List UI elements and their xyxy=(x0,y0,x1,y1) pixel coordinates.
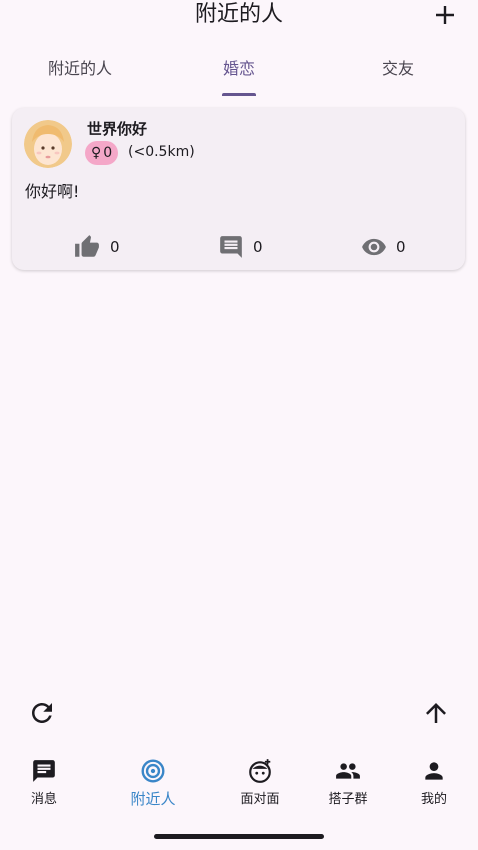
nav-label: 附近人 xyxy=(130,790,176,808)
view-count-indicator: 0 xyxy=(360,234,406,260)
home-indicator[interactable] xyxy=(154,834,324,839)
nearby-icon xyxy=(141,759,165,783)
gender-age-badge: ♀ 0 xyxy=(85,141,119,165)
tab-indicator xyxy=(222,93,256,96)
nav-messages[interactable]: 消息 xyxy=(18,758,70,807)
chat-icon xyxy=(33,760,55,782)
arrow-up-icon[interactable] xyxy=(421,698,451,728)
thumb-up-icon xyxy=(75,235,99,257)
comment-button[interactable]: 0 xyxy=(217,234,263,260)
avatar-image xyxy=(24,120,72,168)
nav-profile[interactable]: 我的 xyxy=(408,758,460,807)
tab-label: 婚恋 xyxy=(222,59,255,78)
female-icon: ♀ xyxy=(91,145,102,161)
app-bar: 附近的人 xyxy=(0,0,478,36)
tab-label: 交友 xyxy=(381,59,414,78)
age-value: 0 xyxy=(103,145,113,161)
group-icon xyxy=(336,763,360,779)
like-count: 0 xyxy=(110,238,120,256)
tab-nearby[interactable]: 附近的人 xyxy=(0,50,160,98)
eye-icon xyxy=(362,238,386,256)
tab-friends[interactable]: 交友 xyxy=(318,50,478,98)
tab-marriage[interactable]: 婚恋 xyxy=(159,50,319,98)
comment-count: 0 xyxy=(253,238,263,256)
distance-label: (<0.5km) xyxy=(128,144,195,160)
face-icon xyxy=(249,759,271,783)
tab-bar: 附近的人 婚恋 交友 xyxy=(0,50,478,98)
nav-groups[interactable]: 搭子群 xyxy=(316,758,380,807)
nav-label: 面对面 xyxy=(240,792,280,807)
person-icon xyxy=(425,762,443,780)
view-count: 0 xyxy=(396,238,406,256)
avatar[interactable] xyxy=(24,120,72,168)
comment-icon xyxy=(220,236,242,258)
nav-label: 搭子群 xyxy=(328,792,368,807)
page-title: 附近的人 xyxy=(194,2,283,27)
post-content: 你好啊! xyxy=(25,182,80,201)
nav-label: 消息 xyxy=(30,792,57,807)
nav-nearby[interactable]: 附近人 xyxy=(118,758,188,809)
username: 世界你好 xyxy=(87,120,148,138)
nav-face-to-face[interactable]: 面对面 xyxy=(228,758,292,807)
refresh-icon[interactable] xyxy=(27,698,57,728)
plus-icon[interactable] xyxy=(432,2,458,28)
tab-label: 附近的人 xyxy=(47,59,112,78)
nav-label: 我的 xyxy=(420,792,447,807)
like-button[interactable]: 0 xyxy=(72,234,120,260)
post-card[interactable]: 世界你好 ♀ 0 (<0.5km) 你好啊! 0 0 0 xyxy=(12,108,465,270)
